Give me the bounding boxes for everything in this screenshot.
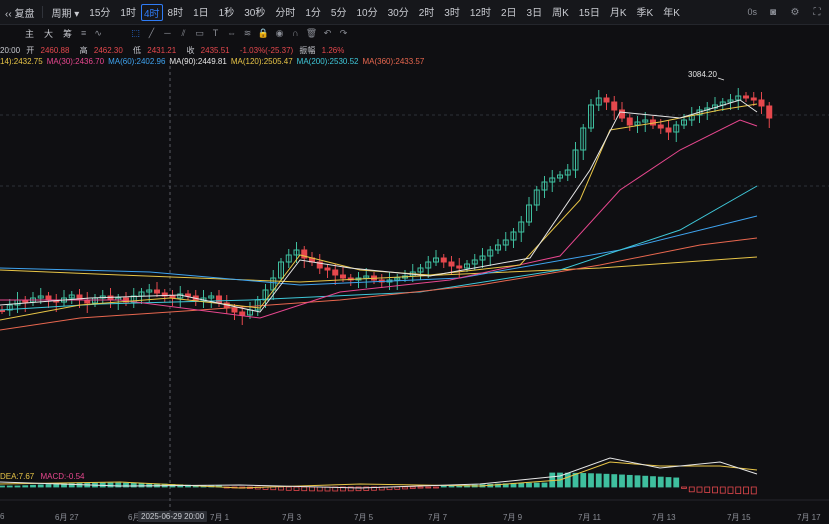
- macd-bar: [688, 486, 695, 493]
- ma-line-30: [0, 119, 758, 319]
- macd-bar: [301, 486, 308, 492]
- macd-bar: [6, 485, 13, 488]
- macd-bar: [309, 486, 315, 492]
- macd-bar: [14, 485, 21, 488]
- macd-bar: [293, 486, 300, 491]
- macd-bar: [316, 486, 323, 492]
- macd-bar: [285, 486, 292, 491]
- macd-bar: [626, 474, 633, 488]
- candle-body: [107, 295, 114, 301]
- macd-bar: [45, 484, 52, 488]
- macd-bar: [53, 483, 60, 488]
- x-axis-label: 7月 5: [354, 513, 374, 522]
- macd-bar: [278, 486, 284, 491]
- x-axis-label: 7月 15: [727, 513, 751, 522]
- candle-body: [332, 269, 339, 276]
- ma-line-120: [0, 256, 758, 283]
- macd-bar: [0, 485, 5, 488]
- x-axis-label: 6: [0, 512, 5, 521]
- x-axis-label: 7月 7: [428, 513, 448, 522]
- macd-bar: [719, 486, 726, 494]
- macd-bar: [130, 482, 137, 488]
- ma-line-90: [0, 99, 758, 313]
- macd-bar: [22, 485, 29, 488]
- macd-bar: [533, 482, 540, 488]
- x-axis-label: 7月 3: [282, 513, 302, 522]
- macd-bar: [425, 486, 432, 489]
- candle-body: [231, 307, 238, 313]
- macd-bar: [402, 486, 408, 490]
- macd-bar: [704, 486, 711, 493]
- candle-body: [324, 267, 331, 271]
- macd-bar: [603, 473, 610, 488]
- candle-body: [456, 265, 463, 269]
- macd-legend: DEA:7.67 MACD:-0.54: [0, 472, 85, 481]
- macd-bar: [433, 486, 439, 489]
- candle-body: [216, 295, 222, 304]
- candle-body: [440, 257, 447, 263]
- crosshair-time-label: 2025-06-29 20:00: [138, 511, 208, 522]
- macd-bar: [665, 477, 672, 488]
- macd-bar: [580, 473, 587, 488]
- macd-bar: [541, 482, 548, 488]
- candle-body: [750, 97, 757, 101]
- x-axis-label: 7月 1: [210, 513, 230, 522]
- macd-bar: [696, 486, 703, 493]
- macd-bar: [712, 486, 718, 494]
- candle-body: [185, 293, 191, 297]
- macd-bar: [743, 486, 749, 495]
- macd-bar: [588, 473, 594, 488]
- macd-bar: [440, 485, 447, 488]
- candle-body: [603, 97, 610, 103]
- candle-body: [743, 95, 749, 99]
- x-axis-label: 7月 13: [652, 513, 676, 522]
- peak-price-label: 3084.20: [688, 70, 717, 79]
- macd-bar: [518, 482, 525, 488]
- macd-bar: [727, 486, 734, 494]
- x-axis-label: 7月 11: [578, 513, 601, 522]
- macd-bar: [37, 484, 44, 488]
- candle-body: [758, 99, 765, 107]
- macd-bar: [650, 476, 656, 488]
- macd-bar: [750, 486, 757, 495]
- macd-bar: [634, 475, 641, 488]
- candle-body: [626, 117, 633, 126]
- candle-body: [340, 274, 346, 279]
- macd-bar: [526, 482, 532, 488]
- x-axis-label: 6月 27: [55, 513, 79, 522]
- candle-body: [448, 261, 455, 267]
- macd-bar: [735, 486, 742, 495]
- macd-bar: [595, 473, 602, 488]
- x-axis-label: 7月 9: [503, 513, 523, 522]
- candle-body: [154, 289, 160, 294]
- macd-bar: [611, 474, 618, 488]
- candle-body: [619, 109, 625, 119]
- peak-marker: [717, 77, 725, 81]
- macd-bar: [394, 486, 401, 490]
- macd-bar: [681, 486, 687, 489]
- candle-body: [766, 105, 773, 119]
- candle-body: [45, 295, 52, 301]
- candle-body: [657, 124, 664, 129]
- ma-line-360: [0, 237, 758, 331]
- candle-body: [665, 127, 672, 133]
- macd-bar: [642, 475, 649, 488]
- macd-bar: [30, 484, 36, 488]
- macd-bar: [107, 482, 114, 488]
- macd-bar: [564, 472, 571, 488]
- ma-line-200: [0, 185, 758, 311]
- macd-bar: [619, 474, 625, 488]
- macd-bar: [657, 476, 664, 488]
- macd-bar: [138, 482, 145, 488]
- macd-bar: [417, 486, 424, 489]
- macd-bar: [448, 485, 455, 488]
- macd-bar: [409, 486, 416, 489]
- candle-body: [611, 101, 618, 111]
- x-axis-label: 7月 17: [797, 513, 821, 522]
- candle-body: [239, 311, 246, 316]
- macd-bar: [673, 477, 680, 488]
